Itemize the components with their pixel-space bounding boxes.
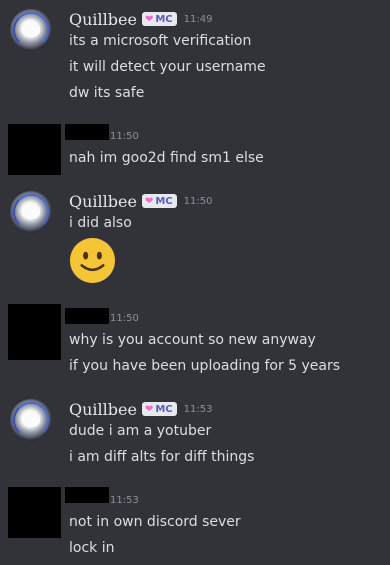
timestamp: 11:50 (183, 195, 213, 207)
timestamp: 11:49 (183, 13, 213, 25)
timestamp: 11:53 (110, 495, 139, 506)
timestamp: 11:50 (110, 131, 139, 142)
redacted-avatar (8, 487, 61, 538)
message-text: dw its safe (69, 85, 145, 101)
message-text: i am diff alts for diff things (69, 449, 255, 465)
timestamp: 11:53 (183, 403, 213, 415)
redacted-avatar (8, 304, 61, 360)
pink-heart-icon: ❤ (144, 195, 154, 207)
slightly-smiling-face-icon (69, 237, 116, 284)
redacted-username (65, 124, 109, 140)
redacted-username (65, 308, 109, 324)
avatar[interactable] (10, 9, 52, 51)
avatar[interactable] (10, 399, 52, 441)
message-header: Quillbee ❤ MC 11:49 (69, 9, 212, 29)
guild-tag-badge[interactable]: ❤ MC (141, 194, 177, 208)
message-text: not in own discord sever (69, 514, 241, 530)
avatar[interactable] (10, 191, 52, 233)
guild-tag-badge[interactable]: ❤ MC (141, 12, 177, 26)
redacted-avatar (8, 124, 61, 175)
guild-tag-label: MC (155, 195, 173, 207)
pink-heart-icon: ❤ (144, 13, 154, 25)
guild-tag-badge[interactable]: ❤ MC (141, 402, 177, 416)
message-text: i did also (69, 215, 132, 231)
username[interactable]: Quillbee (69, 400, 137, 419)
timestamp: 11:50 (110, 313, 139, 324)
message-text: it will detect your username (69, 59, 266, 75)
message-text: lock in (69, 540, 115, 556)
message-header: Quillbee ❤ MC 11:50 (69, 191, 212, 211)
message-text: dude i am a yotuber (69, 423, 212, 439)
username[interactable]: Quillbee (69, 10, 137, 29)
message-text: its a microsoft verification (69, 33, 252, 49)
message-text: if you have been uploading for 5 years (69, 358, 341, 374)
guild-tag-label: MC (155, 403, 173, 415)
username[interactable]: Quillbee (69, 192, 137, 211)
redacted-username (65, 487, 109, 503)
guild-tag-label: MC (155, 13, 173, 25)
message-text: why is you account so new anyway (69, 332, 316, 348)
pink-heart-icon: ❤ (144, 403, 154, 415)
message-header: Quillbee ❤ MC 11:53 (69, 399, 212, 419)
message-text: nah im goo2d find sm1 else (69, 150, 264, 166)
